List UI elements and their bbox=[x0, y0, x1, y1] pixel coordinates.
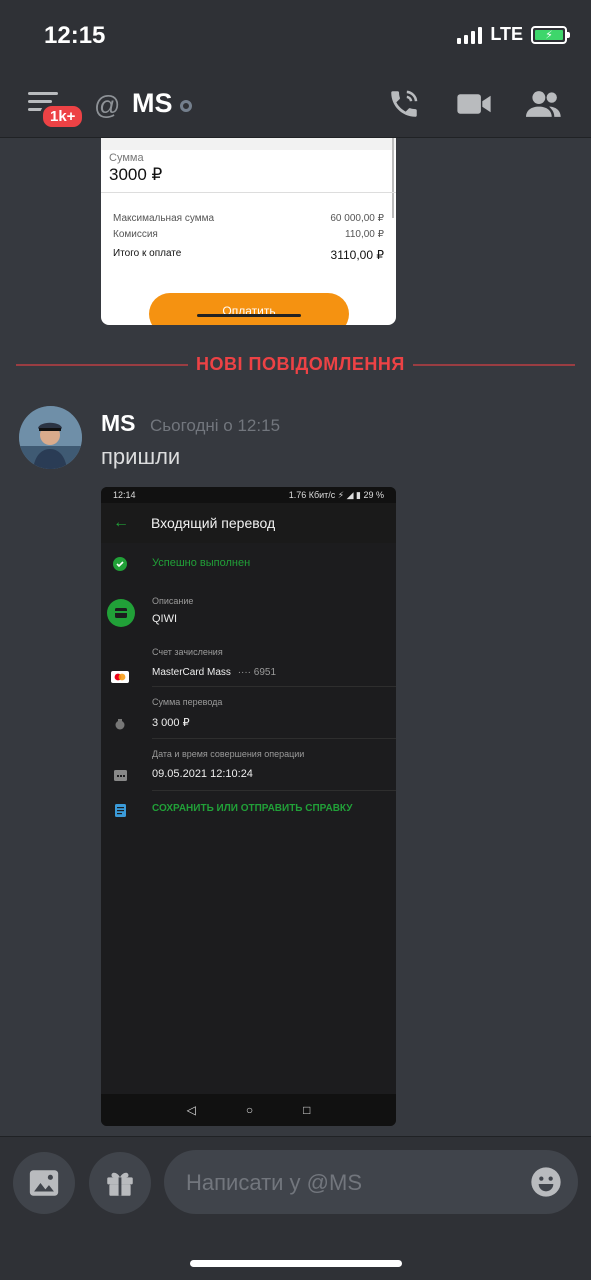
avatar[interactable] bbox=[19, 406, 82, 469]
offline-status-icon bbox=[180, 100, 192, 112]
message-text: пришли bbox=[101, 444, 181, 469]
home-indicator bbox=[190, 1260, 402, 1267]
embed-nav-bar: ◁ ○ □ bbox=[101, 1094, 396, 1126]
nav-recents-icon: □ bbox=[303, 1103, 311, 1117]
fee-row: Максимальная сумма 60 000,00 ₽ bbox=[113, 213, 384, 224]
document-icon bbox=[109, 799, 131, 821]
account-mask: ···· 6951 bbox=[237, 667, 277, 678]
message-author[interactable]: MS bbox=[101, 410, 136, 437]
signal-icon bbox=[457, 26, 483, 44]
embed-top-strip bbox=[101, 138, 396, 150]
embed-status-right: 1.76 Кбит/с ⚡ ◢ ▮ 29 % bbox=[288, 489, 384, 500]
transfer-screenshot-embed[interactable]: 12:14 1.76 Кбит/с ⚡ ◢ ▮ 29 % ← Входящий … bbox=[101, 487, 396, 1126]
top-bar: 12:15 LTE ⚡ 1k+ @ MS bbox=[0, 0, 591, 138]
fee-row: Комиссия 110,00 ₽ bbox=[113, 229, 384, 240]
channel-title[interactable]: MS bbox=[132, 88, 173, 119]
members-icon[interactable] bbox=[526, 86, 562, 122]
mastercard-icon bbox=[109, 666, 131, 688]
message-input[interactable]: Написати у @MS bbox=[164, 1150, 578, 1214]
back-arrow-icon: ← bbox=[113, 514, 129, 531]
money-bag-icon bbox=[109, 713, 131, 735]
composer-bar: Написати у @MS bbox=[0, 1136, 591, 1280]
description-label: Описание bbox=[152, 596, 194, 606]
gift-icon bbox=[107, 1172, 133, 1196]
row-value: 60 000,00 ₽ bbox=[330, 213, 384, 224]
description-value: QIWI bbox=[152, 613, 178, 625]
account-label: Счет зачисления bbox=[152, 647, 223, 657]
embed-status-time: 12:14 bbox=[113, 490, 136, 500]
row-divider bbox=[152, 738, 396, 739]
row-divider bbox=[152, 790, 396, 791]
save-receipt-link: СОХРАНИТЬ ИЛИ ОТПРАВИТЬ СПРАВКУ bbox=[152, 803, 353, 814]
success-text: Успешно выполнен bbox=[152, 557, 251, 569]
network-type: LTE bbox=[490, 24, 523, 44]
total-label: Итого к оплате bbox=[113, 248, 182, 259]
new-messages-label: НОВІ ПОВІДОМЛЕННЯ bbox=[188, 354, 413, 375]
voice-call-icon[interactable] bbox=[386, 86, 422, 122]
embed-divider bbox=[101, 192, 396, 193]
check-circle-icon bbox=[109, 553, 131, 575]
at-icon: @ bbox=[94, 90, 121, 120]
embed-home-indicator bbox=[197, 314, 301, 317]
row-divider bbox=[152, 686, 396, 687]
row-value: 110,00 ₽ bbox=[345, 229, 384, 240]
status-time: 12:15 bbox=[44, 22, 106, 49]
image-icon bbox=[29, 1170, 59, 1196]
embed-app-bar: ← Входящий перевод bbox=[101, 503, 396, 543]
video-call-icon[interactable] bbox=[456, 86, 492, 122]
embed-scrollbar bbox=[392, 138, 394, 218]
unread-badge: 1k+ bbox=[40, 103, 86, 130]
message-timestamp: Сьогодні о 12:15 bbox=[150, 416, 281, 435]
nav-back-icon: ◁ bbox=[186, 1103, 196, 1117]
embed-title: Входящий перевод bbox=[151, 515, 276, 531]
gift-button[interactable] bbox=[89, 1152, 151, 1214]
wallet-icon bbox=[107, 599, 135, 627]
sum-label: Сумма bbox=[109, 152, 144, 164]
nav-home-icon: ○ bbox=[245, 1103, 254, 1117]
row-label: Комиссия bbox=[113, 229, 158, 240]
embed-status-bar: 12:14 1.76 Кбит/с ⚡ ◢ ▮ 29 % bbox=[101, 487, 396, 503]
status-indicators: LTE ⚡ bbox=[457, 24, 570, 45]
row-label: Максимальная сумма bbox=[113, 213, 215, 224]
total-row: Итого к оплате 3110,00 ₽ bbox=[113, 248, 384, 262]
payment-screenshot-embed[interactable]: Сумма 3000 ₽ Максимальная сумма 60 000,0… bbox=[101, 138, 396, 325]
sum-value: 3000 ₽ bbox=[109, 165, 163, 184]
message-placeholder: Написати у @MS bbox=[186, 1170, 362, 1195]
calendar-icon bbox=[109, 764, 131, 786]
amount-label: Сумма перевода bbox=[152, 697, 223, 707]
battery-icon: ⚡ bbox=[531, 25, 570, 44]
datetime-value: 09.05.2021 12:10:24 bbox=[152, 768, 253, 780]
amount-value: 3 000 ₽ bbox=[152, 717, 190, 729]
account-name: MasterCard Mass bbox=[152, 667, 231, 678]
image-upload-button[interactable] bbox=[13, 1152, 75, 1214]
datetime-label: Дата и время совершения операции bbox=[152, 749, 305, 759]
emoji-icon[interactable] bbox=[530, 1166, 562, 1198]
account-value: MasterCard Mass ···· 6951 bbox=[152, 667, 276, 678]
total-value: 3110,00 ₽ bbox=[330, 248, 384, 262]
pay-button: Оплатить bbox=[149, 293, 349, 325]
